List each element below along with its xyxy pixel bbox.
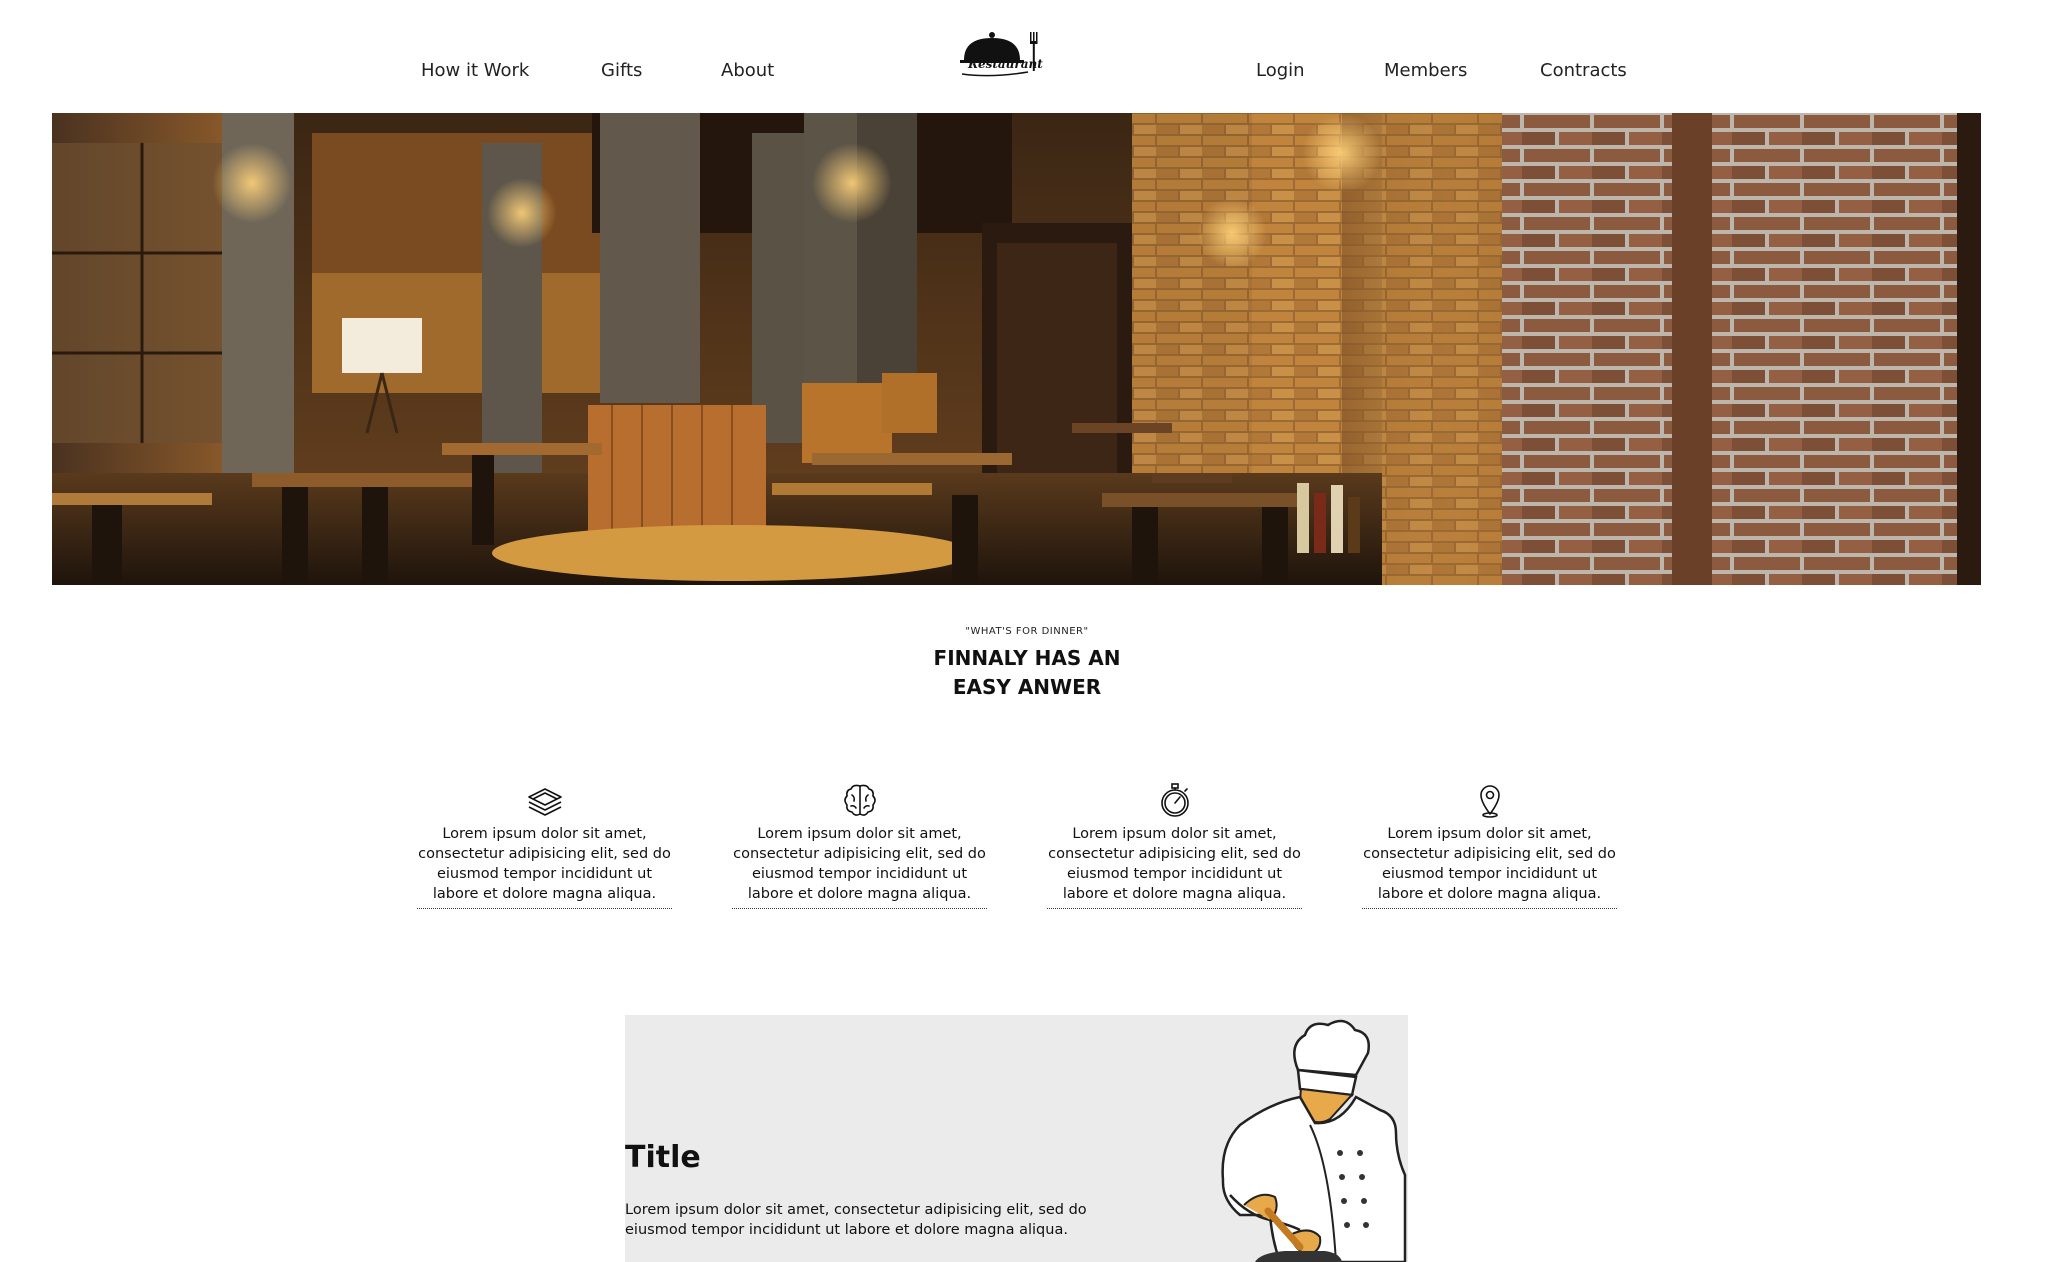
brain-icon [843,784,876,816]
nav-login[interactable]: Login [1256,60,1305,81]
nav-gifts[interactable]: Gifts [601,60,642,81]
feature-item: Lorem ipsum dolor sit amet, consectetur … [732,780,987,909]
book-stack-icon [527,788,562,816]
tagline-heading: FINNALY HAS AN EASY ANWER [0,644,2054,702]
feature-text: Lorem ipsum dolor sit amet, consectetur … [732,824,987,909]
logo-text: Restaurant [968,57,1043,71]
hero-image [52,113,1981,585]
tagline-line-1: FINNALY HAS AN [933,646,1121,670]
feature-item: Lorem ipsum dolor sit amet, consectetur … [417,780,672,909]
feature-item: Lorem ipsum dolor sit amet, consectetur … [1362,780,1617,909]
restaurant-interior-image [52,113,1981,585]
location-pin-icon [1479,785,1500,818]
tagline-kicker: "WHAT'S FOR DINNER" [965,626,1089,637]
nav-about[interactable]: About [721,60,774,81]
card-title: Title [625,1140,701,1175]
nav-members[interactable]: Members [1384,60,1467,81]
feature-text: Lorem ipsum dolor sit amet, consectetur … [1047,824,1302,909]
chef-illustration [1221,1019,1407,1262]
feature-text: Lorem ipsum dolor sit amet, consectetur … [1362,824,1617,909]
nav-contracts[interactable]: Contracts [1540,60,1627,81]
feature-item: Lorem ipsum dolor sit amet, consectetur … [1047,780,1302,909]
chef-card: Title Lorem ipsum dolor sit amet, consec… [625,1015,1408,1262]
nav-how-it-work[interactable]: How it Work [421,60,529,81]
stopwatch-icon [1160,783,1189,817]
restaurant-logo[interactable]: Restaurant [958,28,1048,78]
feature-text: Lorem ipsum dolor sit amet, consectetur … [417,824,672,909]
card-text: Lorem ipsum dolor sit amet, consectetur … [625,1202,1087,1238]
tagline-line-2: EASY ANWER [952,675,1102,699]
